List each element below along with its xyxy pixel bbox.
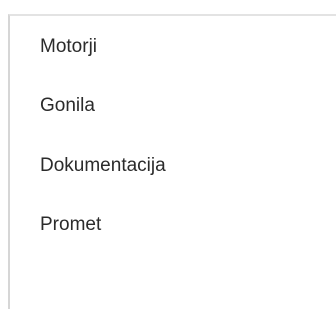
menu-item-promet[interactable]: Promet — [40, 214, 101, 236]
menu-item-motorji[interactable]: Motorji — [40, 36, 97, 58]
menu-item-dokumentacija[interactable]: Dokumentacija — [40, 155, 166, 177]
menu-item-gonila[interactable]: Gonila — [40, 95, 95, 117]
